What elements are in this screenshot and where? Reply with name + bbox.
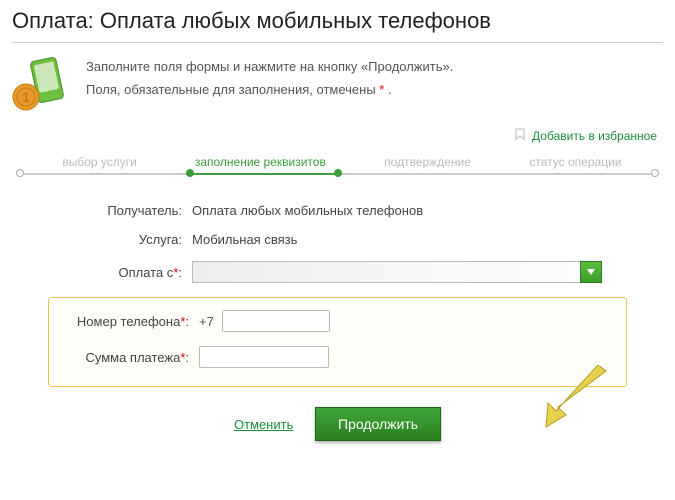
page-title: Оплата: Оплата любых мобильных телефонов (12, 8, 663, 43)
svg-text:1: 1 (22, 89, 30, 105)
continue-button[interactable]: Продолжить (315, 407, 441, 441)
instructions-line2: Поля, обязательные для заполнения, отмеч… (86, 78, 453, 101)
phone-prefix: +7 (199, 314, 214, 329)
progress-steps: выбор услуги заполнение реквизитов подтв… (16, 157, 659, 185)
phone-label: Номер телефона*: (55, 314, 199, 329)
instructions-text: Заполните поля формы и нажмите на кнопку… (86, 55, 453, 118)
recipient-label: Получатель: (12, 203, 192, 218)
payfrom-label: Оплата с*: (12, 265, 192, 280)
amount-input[interactable] (199, 346, 329, 368)
phone-coin-icon: 1 (12, 55, 72, 118)
add-favorite-link[interactable]: Добавить в избранное (532, 129, 657, 143)
recipient-value: Оплата любых мобильных телефонов (192, 203, 423, 218)
amount-label: Сумма платежа*: (55, 350, 199, 365)
cancel-link[interactable]: Отменить (234, 417, 293, 432)
payfrom-select[interactable] (192, 261, 602, 283)
service-value: Мобильная связь (192, 232, 297, 247)
required-fields-box: Номер телефона*: +7 Сумма платежа*: (48, 297, 627, 387)
step-1: выбор услуги (62, 155, 137, 169)
instructions-line1: Заполните поля формы и нажмите на кнопку… (86, 55, 453, 78)
service-label: Услуга: (12, 232, 192, 247)
phone-input[interactable] (222, 310, 330, 332)
bookmark-icon (515, 128, 525, 143)
dropdown-button[interactable] (580, 261, 602, 283)
step-3: подтверждение (384, 155, 471, 169)
step-4: статус операции (529, 155, 621, 169)
step-2: заполнение реквизитов (195, 155, 326, 169)
